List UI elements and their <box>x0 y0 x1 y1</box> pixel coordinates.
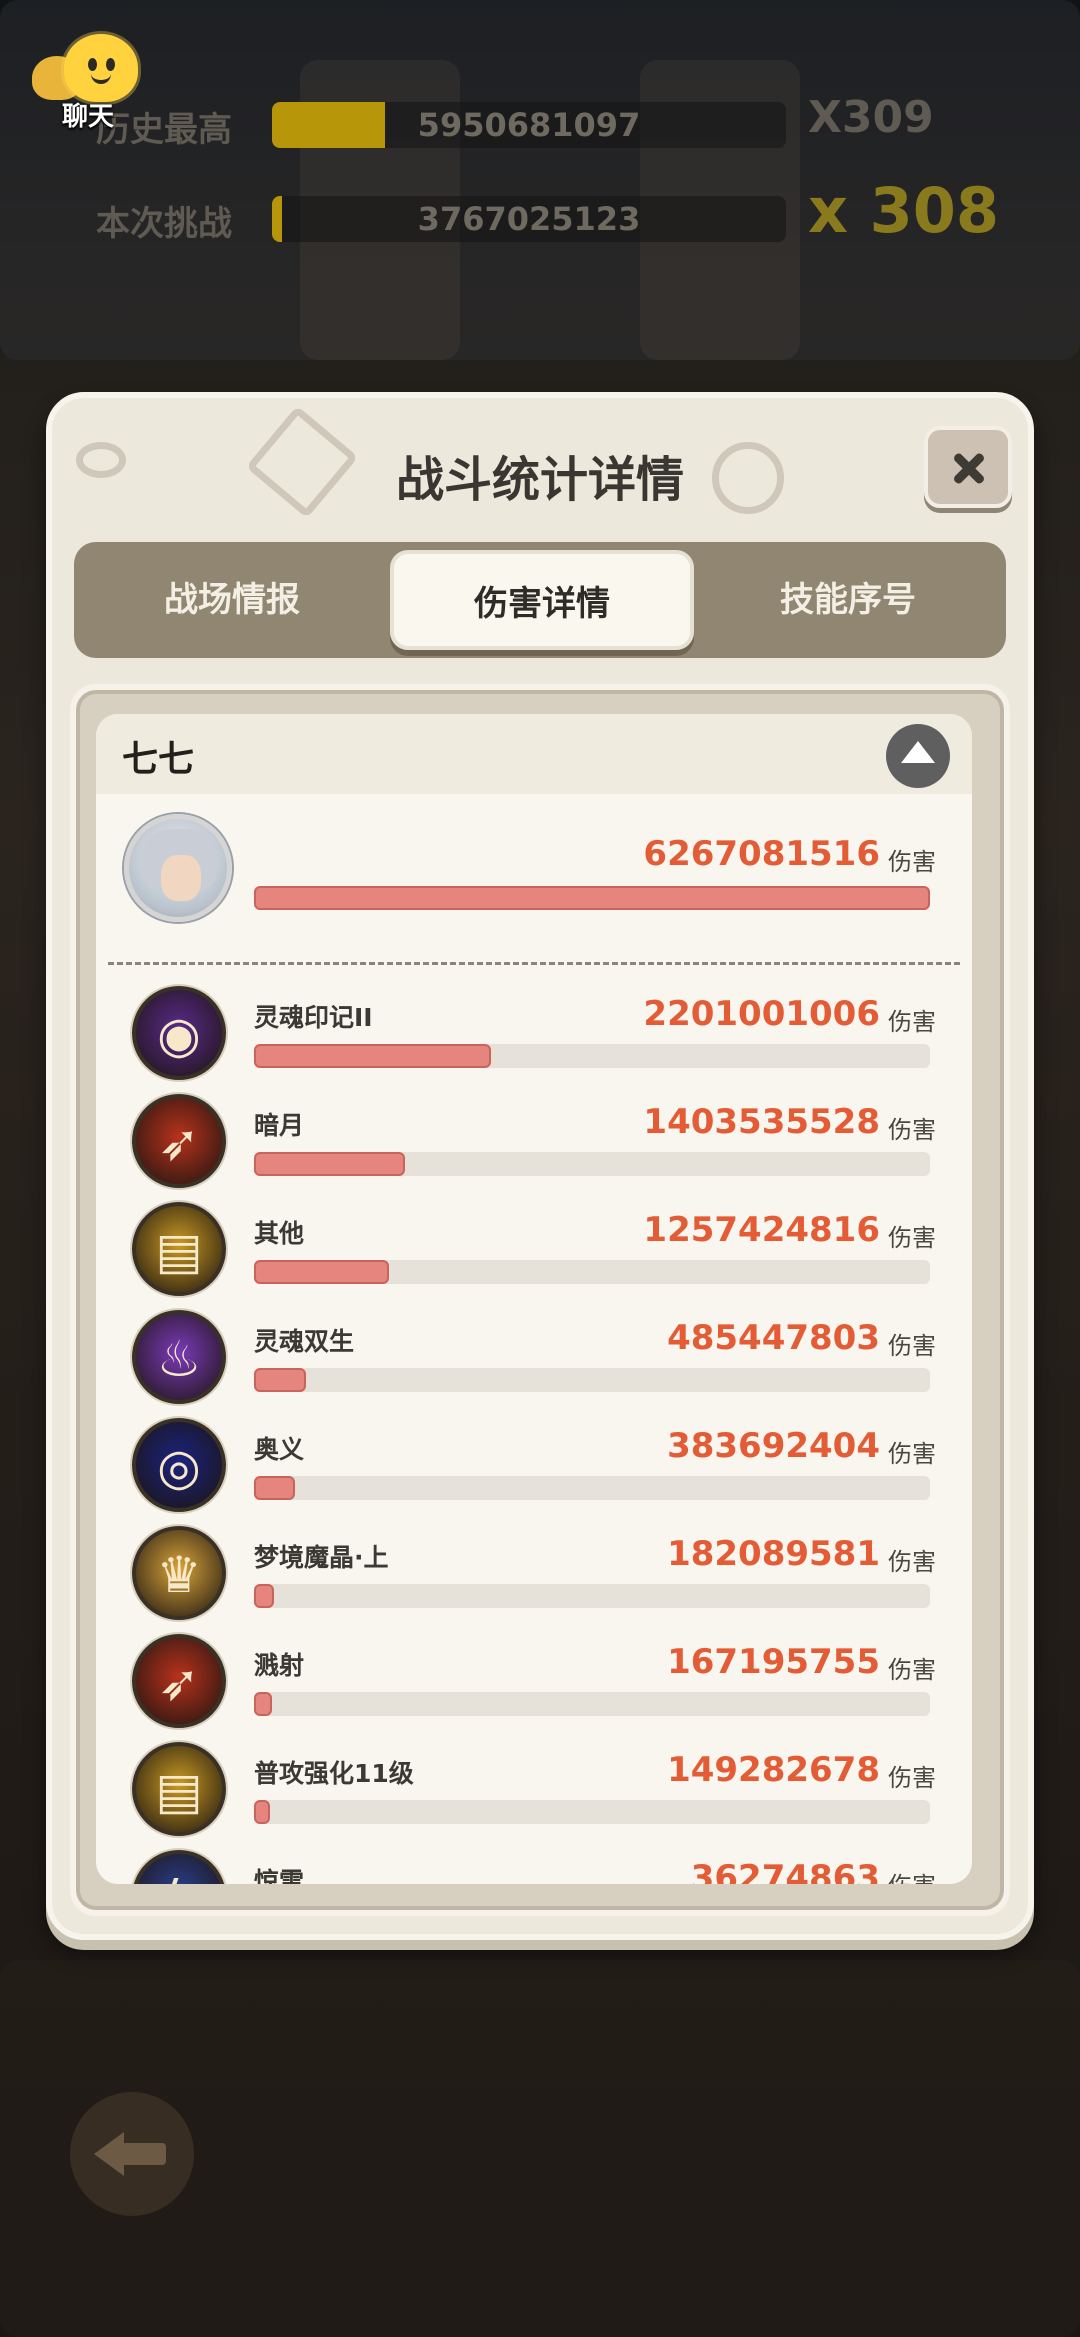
list-item: ▤ 其他 1257424816 伤害 <box>96 1202 972 1310</box>
character-name: 七七 <box>122 739 195 780</box>
lightning-icon: ϟ <box>132 1850 226 1884</box>
skill-name: 普攻强化11级 <box>254 1759 414 1788</box>
battle-stats-dialog: 战斗统计详情 战场情报 伤害详情 技能序号 七七 6267081516 伤害 ◉… <box>46 392 1034 1940</box>
skill-damage-value: 36274863 <box>690 1858 880 1884</box>
skill-damage-unit: 伤害 <box>888 1548 936 1576</box>
purple-flame-spiral-icon: ◉ <box>132 986 226 1080</box>
skill-damage-bar <box>254 1044 930 1068</box>
dagger-fire-icon: ➶ <box>132 1094 226 1188</box>
skill-damage-unit: 伤害 <box>888 1656 936 1684</box>
close-button[interactable] <box>924 426 1012 508</box>
skill-damage-unit: 伤害 <box>888 1764 936 1792</box>
skill-name: 惊雷 <box>254 1867 305 1884</box>
tab-bar: 战场情报 伤害详情 技能序号 <box>74 542 1006 658</box>
dagger-fire-icon: ➶ <box>132 1634 226 1728</box>
list-item: ♨ 灵魂双生 485447803 伤害 <box>96 1310 972 1418</box>
damage-panel: 七七 6267081516 伤害 ◉ 灵魂印记II 2201001006 伤害 ➶ 暗月 1… <box>70 684 1010 1916</box>
best-record-row: 历史最高 5950681097 X309 <box>0 92 1080 152</box>
skill-damage-unit: 伤害 <box>888 1440 936 1468</box>
skill-damage-unit: 伤害 <box>888 1866 936 1884</box>
list-item: ➶ 溅射 167195755 伤害 <box>96 1634 972 1742</box>
character-total-row: 6267081516 伤害 <box>96 814 972 944</box>
scroll-icon: ▤ <box>132 1742 226 1836</box>
skill-damage-value: 2201001006 <box>643 994 880 1034</box>
skill-damage-unit: 伤害 <box>888 1332 936 1360</box>
skill-damage-unit: 伤害 <box>888 1008 936 1036</box>
chat-button[interactable]: 聊天 <box>24 26 160 134</box>
skill-damage-unit: 伤害 <box>888 1224 936 1252</box>
skill-name: 暗月 <box>254 1111 305 1140</box>
skill-name: 梦境魔晶·上 <box>254 1543 389 1572</box>
current-record-multiplier: x 308 <box>808 174 999 247</box>
skill-damage-bar <box>254 1692 930 1716</box>
damage-list-scroll[interactable]: 七七 6267081516 伤害 ◉ 灵魂印记II 2201001006 伤害 ➶ 暗月 1… <box>96 714 972 1884</box>
twin-purple-flame-icon: ♨ <box>132 1310 226 1404</box>
skill-name: 灵魂双生 <box>254 1327 355 1356</box>
skill-damage-bar <box>254 1368 930 1392</box>
current-record-bar: 3767025123 <box>272 196 786 242</box>
skill-name: 灵魂印记II <box>254 1003 373 1032</box>
skill-damage-bar <box>254 1476 930 1500</box>
list-item: ▤ 普攻强化11级 149282678 伤害 <box>96 1742 972 1850</box>
skill-damage-bar <box>254 1800 930 1824</box>
chat-face-icon <box>64 34 138 102</box>
divider <box>108 962 960 965</box>
skill-damage-value: 182089581 <box>667 1534 880 1574</box>
skill-damage-bar <box>254 1152 930 1176</box>
dialog-title: 战斗统计详情 <box>395 452 684 508</box>
total-damage-unit: 伤害 <box>888 848 936 876</box>
total-damage-value: 6267081516 <box>643 834 880 874</box>
skill-damage-bar <box>254 1584 930 1608</box>
skill-damage-unit: 伤害 <box>888 1116 936 1144</box>
best-record-bar: 5950681097 <box>272 102 786 148</box>
skill-damage-bar <box>254 1260 930 1284</box>
skill-damage-list: ◉ 灵魂印记II 2201001006 伤害 ➶ 暗月 1403535528 伤害 ▤ 其他 125… <box>96 986 972 1884</box>
list-item: ◉ 灵魂印记II 2201001006 伤害 <box>96 986 972 1094</box>
skill-damage-value: 167195755 <box>667 1642 880 1682</box>
avatar <box>124 814 232 922</box>
skill-name: 奥义 <box>254 1435 305 1464</box>
skill-damage-value: 149282678 <box>667 1750 880 1790</box>
list-item: ϟ 惊雷 36274863 伤害 <box>96 1850 972 1884</box>
crystal-crown-icon: ♛ <box>132 1526 226 1620</box>
blue-vortex-icon: ◎ <box>132 1418 226 1512</box>
best-record-multiplier: X309 <box>808 92 934 143</box>
skill-damage-value: 485447803 <box>667 1318 880 1358</box>
tab-battlefield-info[interactable]: 战场情报 <box>82 542 382 658</box>
skill-name: 溅射 <box>254 1651 305 1680</box>
scroll-icon: ▤ <box>132 1202 226 1296</box>
current-record-value: 3767025123 <box>417 200 641 238</box>
back-button[interactable] <box>70 2092 194 2216</box>
total-damage-bar <box>254 886 930 910</box>
skill-damage-value: 1257424816 <box>643 1210 880 1250</box>
current-record-label: 本次挑战 <box>96 204 232 244</box>
chat-label: 聊天 <box>62 102 115 132</box>
tab-skill-order[interactable]: 技能序号 <box>698 542 998 658</box>
best-record-value: 5950681097 <box>417 106 641 144</box>
skill-damage-value: 1403535528 <box>643 1102 880 1142</box>
current-record-row: 本次挑战 3767025123 x 308 <box>0 174 1080 247</box>
skill-name: 其他 <box>254 1219 305 1248</box>
skill-damage-value: 383692404 <box>667 1426 880 1466</box>
list-item: ➶ 暗月 1403535528 伤害 <box>96 1094 972 1202</box>
list-item: ♛ 梦境魔晶·上 182089581 伤害 <box>96 1526 972 1634</box>
tab-damage-details[interactable]: 伤害详情 <box>390 550 694 650</box>
character-header[interactable]: 七七 <box>96 714 972 794</box>
collapse-icon[interactable] <box>886 724 950 788</box>
list-item: ◎ 奥义 383692404 伤害 <box>96 1418 972 1526</box>
